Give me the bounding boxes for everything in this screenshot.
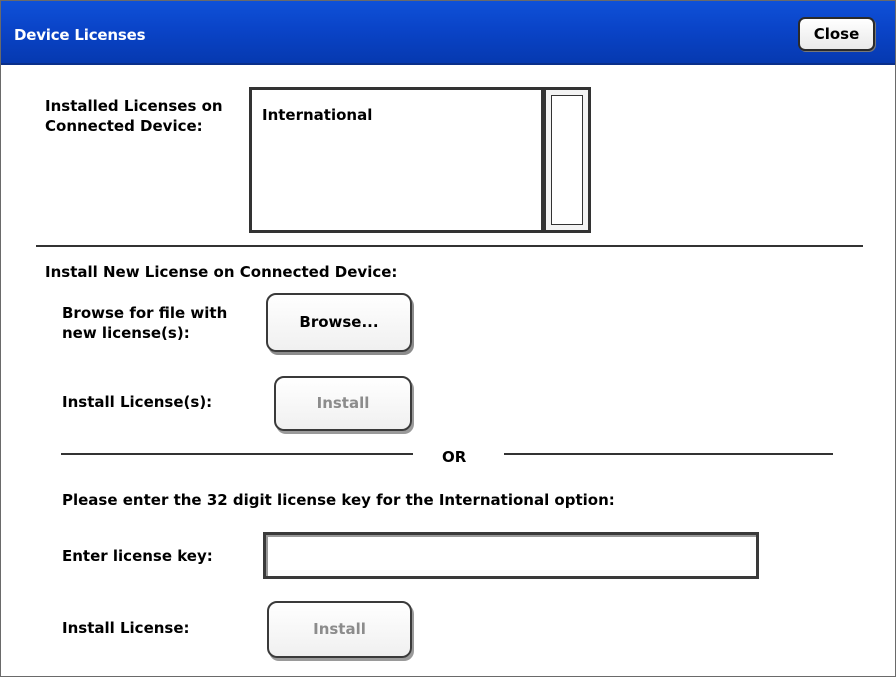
or-divider-right: [504, 453, 833, 455]
install-files-button[interactable]: Install: [274, 376, 412, 431]
browse-button[interactable]: Browse...: [266, 293, 412, 352]
or-text: OR: [442, 448, 467, 466]
installed-licenses-list[interactable]: International: [249, 87, 543, 233]
dialog-title: Device Licenses: [14, 26, 146, 44]
list-item[interactable]: International: [262, 106, 372, 124]
install-license-button[interactable]: Install: [267, 601, 412, 658]
license-key-label: Enter license key:: [62, 547, 213, 565]
device-licenses-dialog: Device Licenses Close Installed Licenses…: [0, 0, 896, 677]
license-key-instruction: Please enter the 32 digit license key fo…: [62, 491, 615, 509]
install-license-label: Install License:: [62, 619, 190, 637]
title-bar: Device Licenses Close: [1, 1, 895, 65]
list-scrollbar[interactable]: [543, 87, 591, 233]
browse-label: Browse for file with new license(s):: [62, 304, 228, 342]
section-divider: [36, 245, 863, 247]
or-divider-left: [61, 453, 413, 455]
scrollbar-thumb[interactable]: [551, 95, 583, 225]
install-new-heading: Install New License on Connected Device:: [45, 263, 398, 281]
install-files-label: Install License(s):: [62, 393, 213, 411]
license-key-input[interactable]: [263, 532, 759, 579]
installed-licenses-label: Installed Licenses on Connected Device:: [45, 97, 223, 135]
close-button[interactable]: Close: [798, 17, 875, 51]
